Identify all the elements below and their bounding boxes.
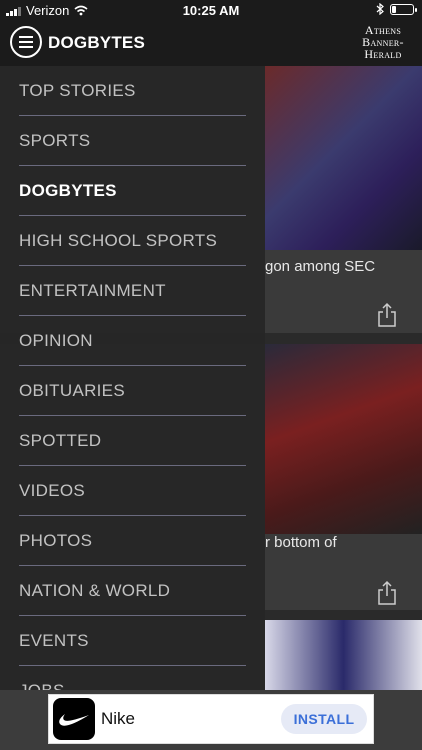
ad-app-name: Nike: [101, 709, 136, 728]
athens-banner-herald-logo[interactable]: Athens Banner- Herald: [354, 24, 412, 60]
drawer-item-obituaries[interactable]: OBITUARIES: [19, 366, 246, 416]
ad-unit[interactable]: Nike INSTALL: [48, 694, 374, 744]
drawer-item-entertainment[interactable]: ENTERTAINMENT: [19, 266, 246, 316]
status-bar: Verizon 10:25 AM: [0, 0, 422, 22]
drawer-item-videos[interactable]: VIDEOS: [19, 466, 246, 516]
battery-level: [392, 5, 396, 13]
status-right: [376, 3, 417, 15]
drawer-item-nation-world[interactable]: NATION & WORLD: [19, 566, 246, 616]
article-photo: [265, 66, 422, 250]
navigation-drawer: TOP STORIES SPORTS DOGBYTES HIGH SCHOOL SPO…: [0, 66, 265, 690]
menu-button[interactable]: [10, 26, 42, 58]
bluetooth-icon: [376, 3, 384, 15]
article-photo: [265, 620, 422, 690]
drawer-item-opinion[interactable]: OPINION: [19, 316, 246, 366]
drawer-item-dogbytes[interactable]: DOGBYTES: [19, 166, 246, 216]
page-title: DOGBYTES: [48, 33, 146, 52]
logo-line-3: Herald: [364, 47, 402, 61]
install-button[interactable]: INSTALL: [281, 704, 367, 734]
drawer-item-sports[interactable]: SPORTS: [19, 116, 246, 166]
article-title[interactable]: gon among SEC: [265, 258, 422, 275]
nike-logo-icon: [53, 698, 95, 740]
drawer-item-top-stories[interactable]: TOP STORIES: [19, 66, 246, 116]
drawer-menu: TOP STORIES SPORTS DOGBYTES HIGH SCHOOL SPO…: [0, 66, 265, 690]
share-icon[interactable]: [376, 302, 398, 328]
drawer-item-events[interactable]: EVENTS: [19, 616, 246, 666]
article-title[interactable]: r bottom of: [265, 534, 422, 551]
drawer-item-spotted[interactable]: SPOTTED: [19, 416, 246, 466]
clock: 10:25 AM: [182, 3, 240, 18]
share-icon[interactable]: [376, 580, 398, 606]
battery-icon: [390, 3, 417, 15]
drawer-item-jobs[interactable]: JOBS: [19, 666, 246, 690]
drawer-item-photos[interactable]: PHOTOS: [19, 516, 246, 566]
ad-banner: Nike INSTALL: [0, 690, 422, 750]
article-photo: [265, 344, 422, 534]
drawer-item-high-school-sports[interactable]: HIGH SCHOOL SPORTS: [19, 216, 246, 266]
app-header: DOGBYTES Athens Banner- Herald: [0, 22, 422, 66]
